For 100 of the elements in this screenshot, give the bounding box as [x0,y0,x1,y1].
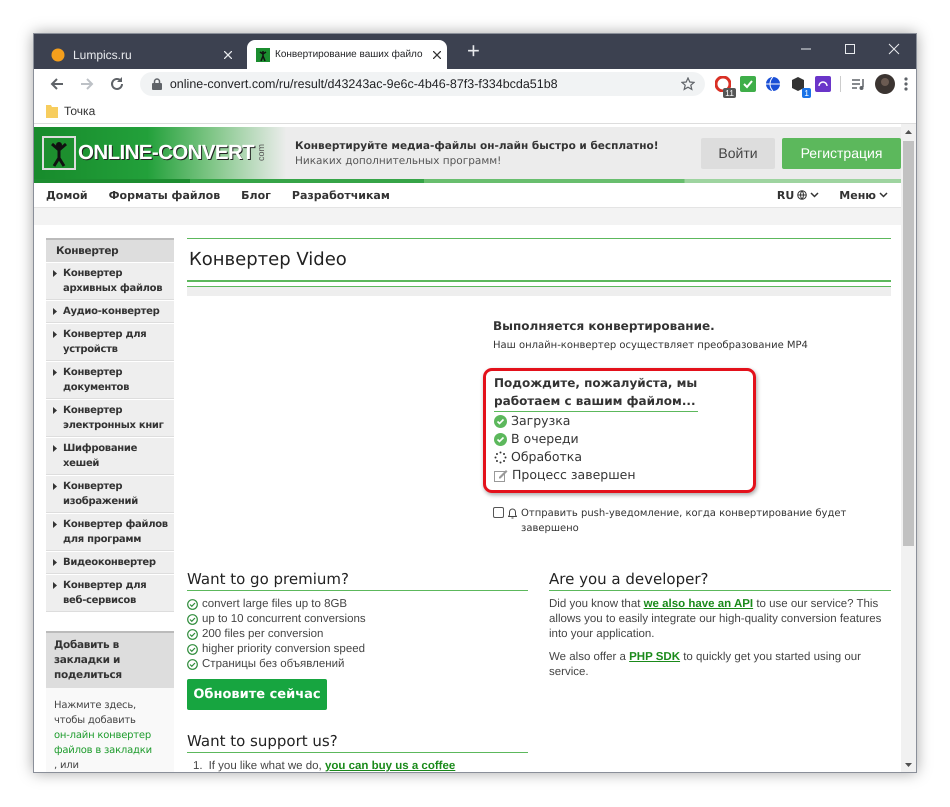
triangle-icon [53,483,57,490]
feature-text: Страницы без объявлений [202,657,344,672]
text-link[interactable]: PHP SDK [629,651,680,663]
caret-icon [810,192,820,198]
text-link[interactable]: you can buy us a coffee [324,760,456,772]
scrollbar-thumb[interactable] [903,141,914,546]
notify-checkbox[interactable] [493,507,504,518]
browser-tab[interactable]: Lumpics.ru [41,40,241,69]
page-title: Конвертер Video [189,249,347,270]
section-title: Want to go premium? [187,570,528,591]
text-link[interactable]: we also have an API [644,598,754,610]
sidebar-item[interactable]: Конвертер архивных файлов [46,262,174,300]
sidebar-item[interactable]: Конвертер файлов для программ [46,513,174,551]
feature-text: higher priority conversion speed [202,642,366,657]
language-dropdown[interactable]: RU [776,188,820,202]
check-circle-icon [187,629,198,640]
login-button[interactable]: Войти [701,138,775,168]
triangle-icon [53,270,57,277]
sidebar-item[interactable]: Конвертер для веб-сервисов [46,574,174,612]
developer-text: Did you know that we also have an API to use our service? This allows you to easily integrate our high-quality conversion features into your application. [549,597,882,642]
nav-link[interactable]: Разработчикам [292,188,390,202]
nav-link[interactable]: Форматы файлов [108,188,220,202]
sidebar-item[interactable]: Шифрование хешей [46,437,174,475]
globe-icon [797,190,808,200]
back-arrow-icon[interactable] [48,76,65,92]
bell-icon [508,508,517,519]
triangle-icon [53,559,57,566]
globe-extension-icon[interactable] [765,76,781,92]
new-tab-button[interactable]: + [463,38,484,64]
arc-extension-icon[interactable] [815,76,831,92]
tagline: Конвертируйте медиа-файлы он-лайн быстро и бесплатно! [295,140,658,152]
spinner-icon [494,450,507,464]
triangle-icon [53,369,57,376]
scroll-up-icon[interactable] [905,130,912,134]
step-label: В очереди [511,430,579,448]
status-description: Наш онлайн-конвертер осуществляет преобразование MP4 [493,340,809,351]
ring-extension-icon[interactable] [715,76,731,92]
tab-title: Конвертирование ваших файло [275,49,424,60]
step-label: Процесс завершен [512,466,636,484]
logo-suffix: com [256,144,266,162]
step-label: Загрузка [511,412,570,430]
check-circle-icon [187,599,198,610]
close-icon[interactable] [433,50,441,58]
checkmark-extension-icon[interactable] [740,76,756,92]
sidebar-item[interactable]: Конвертер для устройств [46,323,174,361]
tab-title: Lumpics.ru [73,48,133,62]
sidebar-title: Конвертер [46,240,174,262]
feature-text: 200 files per conversion [202,627,324,642]
nav-link[interactable]: Домой [46,188,88,202]
share-text: Нажмите здесь, чтобы добавить он-лайн конвертер файлов в закладки , или [46,688,174,772]
section-title: Are you a developer? [549,570,891,591]
media-control-icon[interactable] [850,76,866,92]
section-title: Want to support us? [187,732,528,753]
sidebar-item[interactable]: Конвертер электронных книг [46,399,174,437]
badge-count: 1 [802,88,811,98]
check-circle-icon [494,414,507,428]
notify-label: Отправить push-уведомление, когда конвертирование будет завершено [521,507,848,536]
lock-icon [152,78,162,90]
avatar-icon[interactable] [875,74,895,94]
bookmark-link[interactable]: Точка [64,104,96,118]
sidebar-item[interactable]: Конвертер изображений [46,475,174,513]
check-circle-icon [187,659,198,670]
triangle-icon [53,445,57,452]
sidebar-item[interactable]: Видеоконвертер [46,551,174,574]
menu-icon[interactable] [904,76,908,92]
feature-text: up to 10 concurrent conversions [202,612,366,627]
share-title: Добавить в закладки и поделиться [46,633,174,688]
browser-tab[interactable]: Конвертирование ваших файло [247,40,447,69]
menu-dropdown[interactable]: Меню [839,188,888,202]
address-bar[interactable]: online-convert.com/ru/result/d43243ac-9e6c-4b46-87f3-f334bcda51b8 [140,72,705,96]
reload-icon[interactable] [108,76,125,92]
triangle-icon [53,331,57,338]
triangle-icon [53,308,57,315]
feature-text: convert large files up to 8GB [202,597,348,612]
developer-text: We also offer a PHP SDK to quickly get you started using our service. [549,650,862,680]
support-text: If you like what we do, you can buy us a coffee [208,759,456,772]
figure-logo-icon [256,48,270,62]
triangle-icon [53,582,57,589]
triangle-icon [53,407,57,414]
check-circle-icon [187,614,198,625]
star-icon[interactable] [681,77,695,91]
folder-icon [46,104,58,118]
scroll-down-icon[interactable] [905,762,912,766]
favicon-icon [51,48,65,62]
step-label: Обработка [511,448,582,466]
box-extension-icon[interactable] [790,76,806,92]
sidebar-item[interactable]: Аудио-конвертер [46,300,174,323]
figure-logo-icon [42,136,76,170]
caret-icon [879,192,888,198]
triangle-icon [53,521,57,528]
wait-heading: Подождите, пожалуйста, мы работаем с вашим файлом... [494,374,698,412]
edit-icon [494,468,508,482]
sidebar-item[interactable]: Конвертер документов [46,361,174,399]
nav-link[interactable]: Блог [241,188,271,202]
check-circle-icon [187,644,198,655]
check-circle-icon [494,432,507,446]
badge-count: 11 [723,88,736,98]
list-number: 1. [193,759,203,772]
status-heading: Выполняется конвертирование. [493,319,716,333]
subtagline: Никаких дополнительных программ! [295,154,502,166]
